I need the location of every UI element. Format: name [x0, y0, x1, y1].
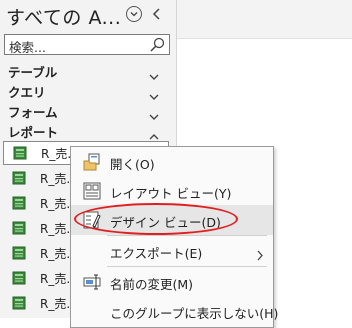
nav-title[interactable]: すべての A... [6, 3, 121, 30]
nav-header: すべての A... [0, 0, 176, 32]
menu-item-label: デザイン ビュー(D) [110, 215, 221, 230]
design-view-icon [83, 211, 101, 229]
menu-item-open[interactable]: 開く(O) [71, 147, 273, 177]
chevron-down-icon [148, 86, 160, 100]
chevron-up-icon [148, 126, 160, 140]
menu-item-hide-in-group[interactable]: このグループに表示しない(H) [71, 296, 278, 326]
menu-item-layout-view[interactable]: レイアウト ビュー(Y) [71, 176, 273, 206]
chevron-down-icon [148, 66, 160, 80]
menu-item-label: 名前の変更(M) [110, 277, 194, 292]
report-icon [12, 195, 26, 210]
group-queries[interactable]: クエリ [0, 80, 176, 100]
group-label: テーブル [8, 65, 58, 80]
menu-item-export[interactable]: エクスポート(E) [71, 236, 273, 266]
report-icon [12, 295, 26, 310]
report-icon [13, 145, 27, 160]
report-icon [12, 270, 26, 285]
menu-item-label: レイアウト ビュー(Y) [110, 186, 232, 201]
layout-view-icon [83, 182, 101, 200]
menu-item-rename[interactable]: 名前の変更(M) [71, 267, 273, 297]
context-menu: 開く(O) レイアウト ビュー(Y) デザイン ビュー(D) エクスポート(E)… [70, 146, 278, 328]
menu-item-label: エクスポート(E) [110, 246, 203, 261]
menu-item-design-view[interactable]: デザイン ビュー(D) [71, 205, 273, 235]
chevron-down-icon [148, 106, 160, 120]
menu-item-label: このグループに表示しない(H) [110, 306, 279, 321]
group-label: フォーム [8, 105, 58, 120]
group-tables[interactable]: テーブル [0, 60, 176, 80]
report-icon [12, 170, 26, 185]
collapse-pane-icon[interactable] [150, 6, 164, 22]
chevron-right-icon [256, 246, 264, 261]
search-input[interactable]: 検索... [4, 34, 170, 55]
report-icon [12, 220, 26, 235]
group-reports[interactable]: レポート [0, 120, 176, 140]
group-label: レポート [8, 125, 59, 140]
chevron-down-icon[interactable] [126, 6, 142, 22]
menu-item-label: 開く(O) [110, 157, 155, 172]
group-forms[interactable]: フォーム [0, 100, 176, 120]
search-placeholder: 検索... [9, 40, 46, 55]
group-label: クエリ [8, 85, 46, 100]
report-icon [12, 245, 26, 260]
search-icon[interactable] [149, 36, 166, 53]
rename-icon [83, 273, 101, 291]
ribbon-strip [177, 0, 352, 39]
open-icon [83, 153, 101, 171]
